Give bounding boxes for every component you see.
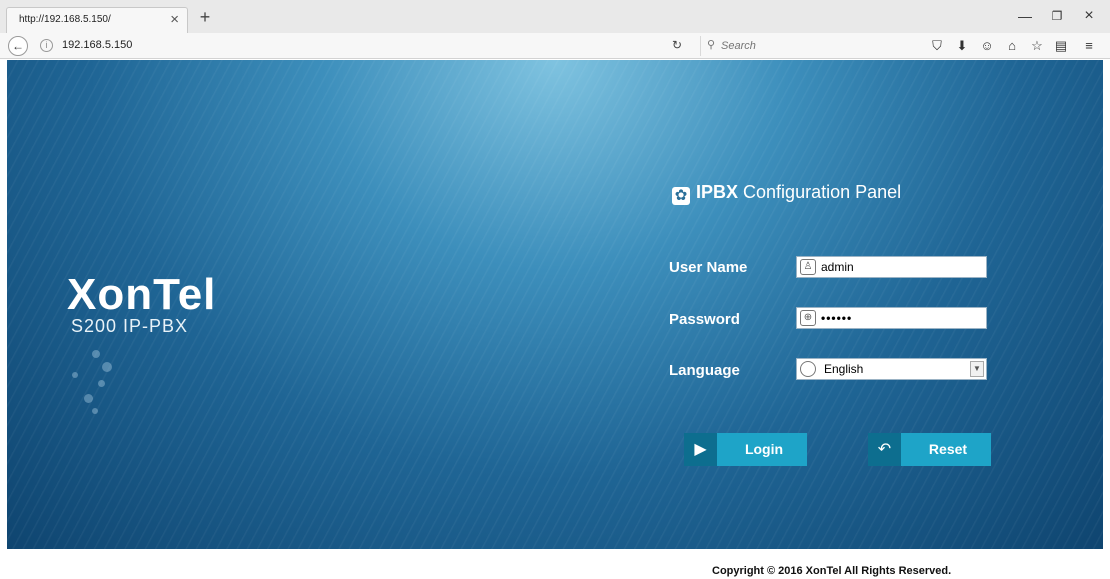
chat-icon[interactable]: ☺ bbox=[978, 37, 996, 55]
username-input[interactable] bbox=[821, 259, 981, 275]
user-icon: ♙ bbox=[800, 259, 816, 275]
window-close-icon[interactable]: × bbox=[1076, 6, 1102, 26]
username-field[interactable]: ♙ bbox=[796, 256, 987, 278]
browser-tab-bar: http://192.168.5.150/ × + — ❐ × bbox=[0, 0, 1110, 33]
language-selected: English bbox=[824, 362, 864, 376]
password-label: Password bbox=[669, 311, 740, 328]
panel-title-rest: Configuration Panel bbox=[743, 182, 902, 202]
tab-close-icon[interactable]: × bbox=[170, 11, 179, 29]
new-tab-icon[interactable]: + bbox=[195, 8, 215, 28]
language-label: Language bbox=[669, 362, 740, 379]
reload-icon[interactable]: ↻ bbox=[672, 38, 682, 52]
browser-nav-bar: ← i 192.168.5.150 ↻ ⚲ ⛉ ⬇ ☺ ⌂ ☆ ▤ ≡ bbox=[0, 33, 1110, 59]
site-info-icon[interactable]: i bbox=[40, 39, 53, 52]
menu-icon[interactable]: ≡ bbox=[1080, 37, 1098, 55]
speech-bubble-icon bbox=[800, 361, 816, 377]
copyright-text: Copyright © 2016 XonTel All Rights Reser… bbox=[712, 565, 952, 577]
username-label: User Name bbox=[669, 259, 748, 276]
search-icon: ⚲ bbox=[707, 39, 716, 51]
bubble bbox=[72, 372, 78, 378]
password-input[interactable] bbox=[821, 310, 981, 326]
reset-button[interactable]: ↶ Reset bbox=[868, 433, 991, 466]
login-button[interactable]: ▶ Login bbox=[684, 433, 807, 466]
password-field[interactable]: ⊕ bbox=[796, 307, 987, 329]
reset-button-label: Reset bbox=[928, 441, 968, 457]
home-icon[interactable]: ⌂ bbox=[1003, 37, 1021, 55]
reading-list-icon[interactable]: ▤ bbox=[1052, 37, 1070, 55]
bookmark-star-icon[interactable]: ☆ bbox=[1028, 37, 1046, 55]
address-bar[interactable]: 192.168.5.150 bbox=[62, 39, 642, 55]
search-box[interactable]: ⚲ bbox=[700, 36, 900, 56]
chevron-down-icon[interactable]: ▼ bbox=[970, 361, 984, 377]
xontel-logo: XonTel S200 IP-PBX bbox=[67, 270, 267, 340]
search-input[interactable] bbox=[721, 38, 891, 54]
login-banner: XonTel S200 IP-PBX ✿ IPBX Configuration P… bbox=[7, 60, 1103, 549]
language-select[interactable]: English ▼ bbox=[796, 358, 987, 380]
logo-name: XonTel bbox=[67, 270, 217, 319]
gear-icon: ✿ bbox=[672, 187, 690, 205]
bubble bbox=[84, 394, 93, 403]
panel-title-bold: IPBX bbox=[696, 182, 739, 202]
back-arrow-icon[interactable]: ← bbox=[8, 36, 28, 56]
login-button-label: Login bbox=[744, 441, 784, 457]
browser-tab[interactable]: http://192.168.5.150/ × bbox=[6, 7, 188, 33]
play-arrow-icon: ▶ bbox=[684, 433, 717, 466]
undo-arrow-icon: ↶ bbox=[868, 433, 901, 466]
restore-icon[interactable]: ❐ bbox=[1044, 6, 1070, 26]
panel-title: ✿ IPBX Configuration Panel bbox=[672, 182, 901, 205]
tab-title: http://192.168.5.150/ bbox=[19, 14, 111, 25]
minimize-icon[interactable]: — bbox=[1012, 6, 1038, 26]
bubble bbox=[98, 380, 105, 387]
bubble bbox=[92, 408, 98, 414]
bubble bbox=[92, 350, 100, 358]
lock-icon: ⊕ bbox=[800, 310, 816, 326]
decorative-bubbles bbox=[62, 350, 142, 430]
bubble bbox=[102, 362, 112, 372]
pocket-icon[interactable]: ⛉ bbox=[928, 37, 946, 55]
download-icon[interactable]: ⬇ bbox=[953, 37, 971, 55]
logo-model: S200 IP-PBX bbox=[71, 316, 189, 336]
